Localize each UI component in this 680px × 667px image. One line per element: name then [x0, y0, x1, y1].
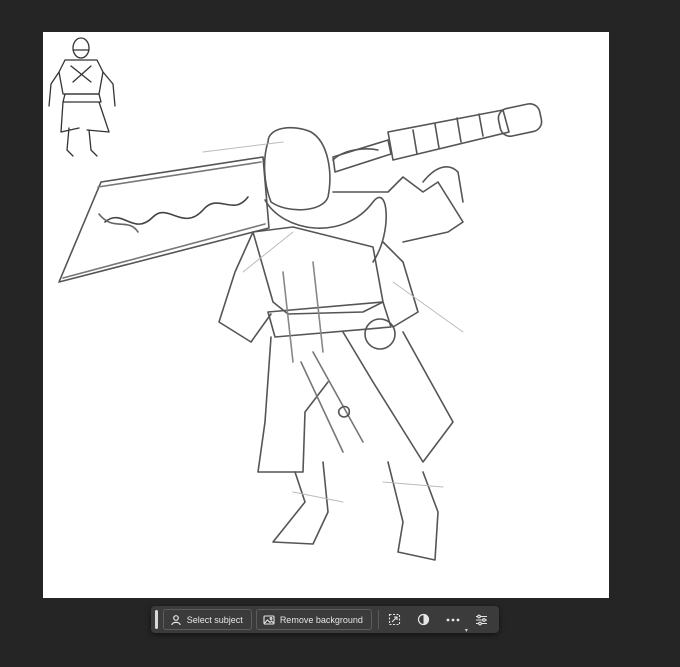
character-sketch — [48, 37, 543, 561]
taskbar-drag-handle[interactable] — [155, 610, 158, 629]
more-options-button[interactable]: ▾ — [441, 609, 468, 634]
sliders-icon — [475, 614, 488, 626]
figure-body-sketch — [218, 126, 464, 561]
remove-background-button[interactable]: Remove background — [255, 609, 372, 630]
image-icon — [263, 614, 275, 626]
taskbar-divider — [377, 610, 379, 629]
contextual-taskbar: Select subject Remove background ▾ — [151, 606, 499, 634]
chevron-down-icon: ▾ — [464, 628, 468, 634]
transform-icon — [388, 613, 401, 626]
thumbnail-figure-sketch — [48, 37, 116, 157]
half-circle-icon — [417, 613, 430, 626]
select-subject-button[interactable]: Select subject — [162, 609, 252, 630]
document-canvas[interactable] — [43, 32, 609, 598]
transform-button[interactable] — [383, 609, 407, 630]
taskbar-settings-button[interactable] — [470, 609, 494, 630]
more-dots-icon — [446, 618, 460, 622]
remove-background-label: Remove background — [279, 614, 363, 625]
person-select-icon — [170, 614, 182, 626]
adjustment-button[interactable] — [412, 609, 436, 630]
select-subject-label: Select subject — [186, 614, 243, 625]
